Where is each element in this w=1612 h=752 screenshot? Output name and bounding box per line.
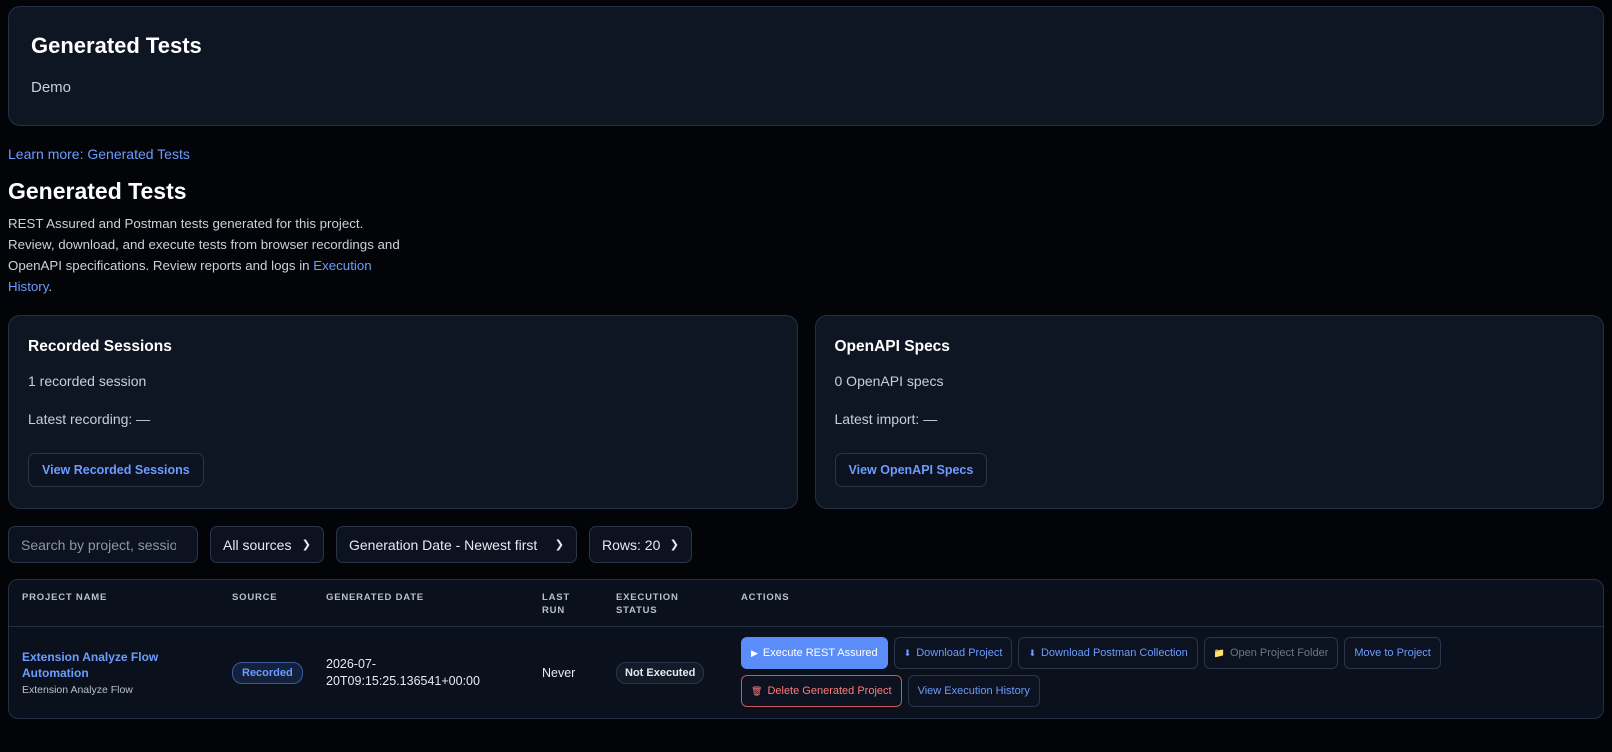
project-name-link[interactable]: Extension Analyze Flow Automation [22,649,192,681]
folder-icon: 📁 [1213,647,1225,658]
download-postman-button[interactable]: ⬇ Download Postman Collection [1018,637,1198,669]
table-row: Extension Analyze Flow Automation Extens… [9,627,1603,718]
openapi-specs-count: 0 OpenAPI specs [834,373,944,389]
view-recorded-sessions-button[interactable]: View Recorded Sessions [28,453,204,487]
col-source: SOURCE [232,592,278,603]
trash-icon: 🗑 [751,685,763,696]
row-actions: ▶ Execute REST Assured ⬇ Download Projec… [741,637,1561,713]
page-header-card: Generated Tests Demo [8,6,1604,126]
col-exec-line1: EXECUTION [616,592,679,603]
open-folder-label: Open Project Folder [1229,647,1329,659]
filter-bar: Search by project, session All sources ❯… [8,526,1604,563]
col-last-run-line1: LAST [542,592,571,603]
open-project-folder-button[interactable]: 📁 Open Project Folder [1203,637,1339,669]
execute-label: Execute REST Assured [762,647,878,659]
source-badge: Recorded [232,662,303,684]
section-title: Generated Tests [8,178,187,204]
project-subtitle: Extension Analyze Flow [22,684,133,696]
generated-date-line2: 20T09:15:25.136541+00:00 [326,674,480,688]
col-execution-status: EXECUTION STATUS [616,591,679,617]
section-intro: REST Assured and Postman tests generated… [8,213,408,297]
rows-select[interactable]: Rows: 20 ❯ [589,526,692,563]
delete-label: Delete Generated Project [767,685,892,697]
col-project-name: PROJECT NAME [22,592,108,603]
generated-date-line1: 2026-07- [326,657,377,671]
recorded-sessions-count: 1 recorded session [28,373,147,389]
chevron-down-icon: ❯ [554,539,564,551]
table-header: PROJECT NAME SOURCE GENERATED DATE LAST … [9,580,1603,627]
execution-status-badge: Not Executed [616,662,705,684]
download-icon: ⬇ [1028,647,1036,658]
search-placeholder: Search by project, session [21,536,176,553]
generated-date: 2026-07- 20T09:15:25.136541+00:00 [326,656,496,690]
page: Generated Tests Demo Learn more: Generat… [0,0,1612,752]
move-label: Move to Project [1354,647,1431,659]
chevron-down-icon: ❯ [301,539,311,551]
move-to-project-button[interactable]: Move to Project [1344,637,1441,669]
col-last-run: LAST RUN [542,591,570,617]
actions-row-2: 🗑 Delete Generated Project View Executio… [741,675,1561,707]
openapi-specs-title: OpenAPI Specs [834,338,950,355]
latest-import: Latest import: — [834,411,938,427]
view-execution-history-button[interactable]: View Execution History [907,675,1040,707]
col-last-run-line2: RUN [542,605,565,616]
view-openapi-specs-button[interactable]: View OpenAPI Specs [834,453,988,487]
latest-recording: Latest recording: — [28,411,151,427]
intro-end: . [48,279,53,294]
col-actions: ACTIONS [741,592,790,603]
source-select-value: All sources [223,536,292,553]
generated-tests-table: PROJECT NAME SOURCE GENERATED DATE LAST … [8,579,1604,719]
source-select[interactable]: All sources ❯ [210,526,324,563]
delete-generated-project-button[interactable]: 🗑 Delete Generated Project [741,675,902,707]
download-icon: ⬇ [903,647,912,658]
sort-select-value: Generation Date - Newest first [349,536,538,553]
history-label: View Execution History [917,685,1030,697]
play-icon: ▶ [751,647,758,658]
download-project-button[interactable]: ⬇ Download Project [893,637,1013,669]
recorded-sessions-card: Recorded Sessions 1 recorded session Lat… [8,315,798,509]
last-run-value: Never [542,666,576,680]
actions-row-1: ▶ Execute REST Assured ⬇ Download Projec… [741,637,1561,669]
page-title: Generated Tests [31,33,202,58]
execute-rest-assured-button[interactable]: ▶ Execute REST Assured [741,637,888,669]
recorded-sessions-title: Recorded Sessions [28,338,172,355]
summary-cards: Recorded Sessions 1 recorded session Lat… [8,315,1604,509]
learn-more-link[interactable]: Learn more: Generated Tests [8,146,190,162]
sort-select[interactable]: Generation Date - Newest first ❯ [336,526,577,563]
col-exec-line2: STATUS [616,605,658,616]
postman-label: Download Postman Collection [1040,647,1188,659]
project-name-label: Demo [31,79,72,96]
chevron-down-icon: ❯ [669,539,679,551]
download-label: Download Project [916,647,1003,659]
openapi-specs-card: OpenAPI Specs 0 OpenAPI specs Latest imp… [814,315,1604,509]
search-input[interactable]: Search by project, session [8,526,198,563]
rows-select-value: Rows: 20 [602,536,661,553]
col-generated-date: GENERATED DATE [326,592,424,603]
